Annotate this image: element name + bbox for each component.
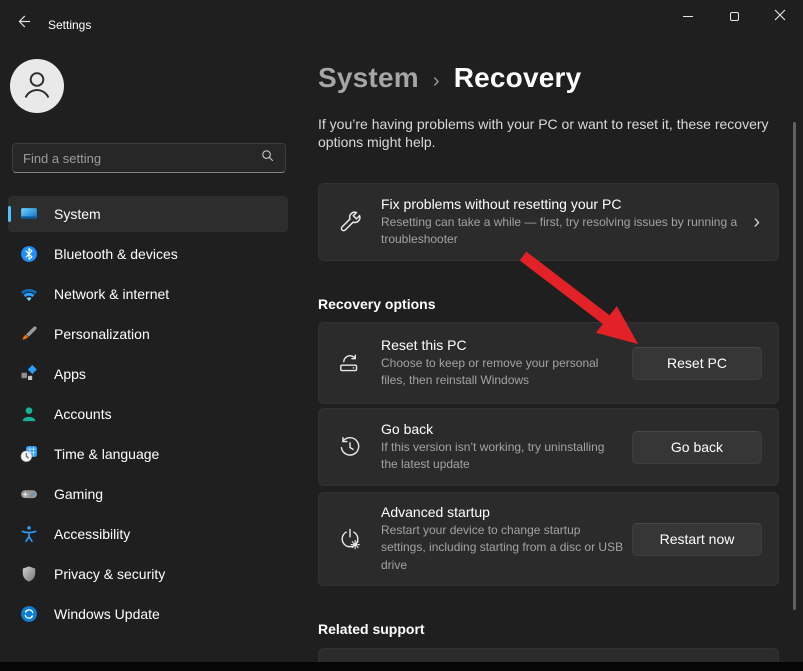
close-icon	[774, 8, 786, 26]
network-icon	[19, 284, 39, 304]
related-support-card-partial[interactable]	[318, 648, 779, 662]
recovery-options-heading: Recovery options	[318, 296, 435, 312]
advanced-startup-text: Advanced startup Restart your device to c…	[381, 504, 632, 574]
reset-this-pc-card: Reset this PC Choose to keep or remove yo…	[318, 322, 779, 404]
system-icon	[19, 204, 39, 224]
search-icon	[260, 148, 275, 168]
restart-now-button[interactable]: Restart now	[632, 523, 762, 556]
sidebar-nav: System Bluetooth & devices Network & inter…	[8, 196, 288, 636]
accounts-icon	[19, 404, 39, 424]
sidebar-item-label: Apps	[54, 366, 86, 382]
search-input[interactable]	[23, 151, 260, 166]
breadcrumb: System › Recovery	[318, 62, 581, 94]
chevron-separator-icon: ›	[433, 70, 440, 93]
sidebar-item-privacy-security[interactable]: Privacy & security	[8, 556, 288, 592]
maximize-icon	[730, 12, 739, 21]
accessibility-icon	[19, 524, 39, 544]
sidebar-item-network-internet[interactable]: Network & internet	[8, 276, 288, 312]
card-title: Advanced startup	[381, 504, 624, 520]
bluetooth-icon	[19, 244, 39, 264]
avatar[interactable]	[10, 59, 64, 113]
go-back-icon	[319, 434, 381, 460]
card-title: Fix problems without resetting your PC	[381, 196, 745, 212]
maximize-button[interactable]	[711, 0, 757, 33]
sidebar-item-label: Gaming	[54, 486, 103, 502]
windows-update-icon	[19, 604, 39, 624]
sidebar-item-label: Bluetooth & devices	[54, 246, 178, 262]
sidebar-item-personalization[interactable]: Personalization	[8, 316, 288, 352]
minimize-icon	[683, 16, 693, 17]
card-title: Reset this PC	[381, 337, 624, 353]
card-description: If this version isn’t working, try unins…	[381, 439, 624, 474]
advanced-startup-card: Advanced startup Restart your device to c…	[318, 492, 779, 586]
sidebar-item-label: Accounts	[54, 406, 112, 422]
window-controls	[665, 0, 803, 33]
sidebar-item-accessibility[interactable]: Accessibility	[8, 516, 288, 552]
fix-problems-card[interactable]: Fix problems without resetting your PC R…	[318, 183, 779, 261]
sidebar-item-label: Personalization	[54, 326, 150, 342]
sidebar-item-bluetooth-devices[interactable]: Bluetooth & devices	[8, 236, 288, 272]
gaming-icon	[19, 484, 39, 504]
reset-pc-button[interactable]: Reset PC	[632, 347, 762, 380]
intro-text: If you’re having problems with your PC o…	[318, 115, 788, 151]
selected-accent-pill	[8, 206, 11, 222]
card-description: Restart your device to change startup se…	[381, 522, 624, 574]
go-back-text: Go back If this version isn’t working, tr…	[381, 421, 632, 474]
chevron-right-icon: ›	[753, 212, 760, 232]
sidebar-item-time-language[interactable]: Time & language	[8, 436, 288, 472]
sidebar-item-apps[interactable]: Apps	[8, 356, 288, 392]
vertical-scrollbar[interactable]	[793, 122, 796, 610]
card-description: Choose to keep or remove your personal f…	[381, 355, 624, 390]
sidebar-item-label: Time & language	[54, 446, 159, 462]
person-icon	[19, 66, 55, 107]
time-language-icon	[19, 444, 39, 464]
go-back-card: Go backIf this version isn’t working, tr…	[318, 408, 779, 486]
breadcrumb-parent[interactable]: System	[318, 62, 419, 94]
titlebar: Settings	[0, 0, 803, 44]
privacy-security-icon	[19, 564, 39, 584]
page-title: Recovery	[454, 62, 582, 94]
reset-pc-icon	[319, 350, 381, 376]
advanced-startup-icon	[319, 526, 381, 552]
sidebar: System Bluetooth & devices Network & inter…	[0, 44, 300, 662]
sidebar-item-accounts[interactable]: Accounts	[8, 396, 288, 432]
card-description: Resetting can take a while — first, try …	[381, 214, 745, 249]
fix-problems-text: Fix problems without resetting your PC R…	[381, 196, 753, 249]
apps-icon	[19, 364, 39, 384]
sidebar-item-windows-update[interactable]: Windows Update	[8, 596, 288, 632]
minimize-button[interactable]	[665, 0, 711, 33]
card-title: Go back	[381, 421, 624, 437]
settings-window: Settings Syste	[0, 0, 803, 671]
main-content: System › Recovery If you’re having probl…	[318, 44, 803, 662]
sidebar-item-system[interactable]: System	[8, 196, 288, 232]
personalization-icon	[19, 324, 39, 344]
sidebar-item-label: Windows Update	[54, 606, 160, 622]
sidebar-item-label: Accessibility	[54, 526, 130, 542]
reset-this-pc-text: Reset this PC Choose to keep or remove yo…	[381, 337, 632, 390]
sidebar-item-label: Network & internet	[54, 286, 169, 302]
sidebar-item-label: System	[54, 206, 101, 222]
window-bottom-edge	[0, 662, 803, 671]
search-box	[12, 143, 286, 173]
window-title: Settings	[48, 18, 91, 32]
sidebar-item-label: Privacy & security	[54, 566, 165, 582]
back-arrow-icon	[17, 14, 32, 34]
sidebar-item-gaming[interactable]: Gaming	[8, 476, 288, 512]
wrench-icon	[319, 209, 381, 235]
back-button[interactable]	[6, 7, 42, 41]
related-support-heading: Related support	[318, 621, 425, 637]
go-back-button[interactable]: Go back	[632, 431, 762, 464]
close-button[interactable]	[757, 0, 803, 33]
